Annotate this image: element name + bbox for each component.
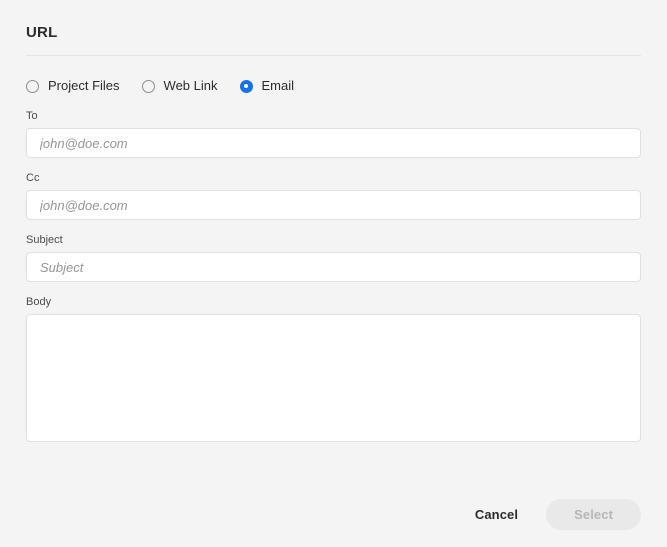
field-to: To: [26, 110, 641, 158]
header-divider: [26, 55, 641, 56]
radio-option-email[interactable]: Email: [239, 78, 295, 93]
field-subject: Subject: [26, 234, 641, 282]
url-dialog: URL Project Files Web Link Email To Cc: [0, 0, 667, 547]
select-button[interactable]: Select: [546, 499, 641, 530]
cc-label: Cc: [26, 172, 40, 184]
cancel-button[interactable]: Cancel: [461, 500, 532, 529]
radio-option-web-link[interactable]: Web Link: [141, 78, 218, 93]
radio-icon: [239, 79, 253, 93]
radio-icon: [26, 79, 39, 93]
subject-label: Subject: [26, 234, 63, 246]
to-label: To: [26, 110, 38, 122]
cc-input[interactable]: [26, 190, 641, 220]
radio-option-project-files[interactable]: Project Files: [26, 79, 120, 93]
radio-dot-icon: [244, 84, 248, 88]
body-label: Body: [26, 296, 52, 308]
field-body: Body: [26, 296, 641, 447]
page-title: URL: [26, 24, 58, 41]
radio-label-project-files: Project Files: [48, 78, 120, 93]
dialog-footer: Cancel Select: [461, 499, 641, 530]
source-type-radio-group: Project Files Web Link Email: [26, 76, 641, 96]
body-textarea[interactable]: [26, 314, 641, 442]
radio-label-web-link: Web Link: [163, 78, 218, 93]
to-input[interactable]: [26, 128, 641, 158]
radio-icon: [141, 79, 155, 93]
radio-label-email: Email: [261, 78, 295, 93]
subject-input[interactable]: [26, 252, 641, 282]
field-cc: Cc: [26, 172, 641, 220]
